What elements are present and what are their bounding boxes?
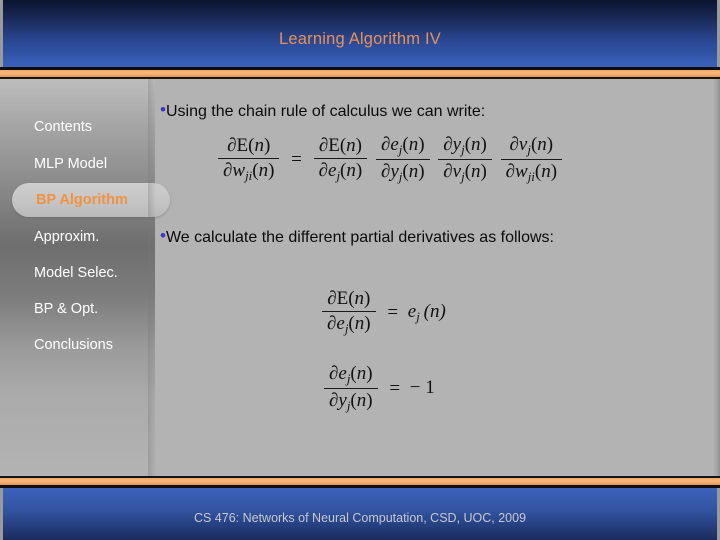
footer-accent-rule xyxy=(0,478,720,485)
fraction-dE-dw: ∂E(n) ∂wji(n) xyxy=(218,135,280,184)
fraction-numerator: ∂vj(n) xyxy=(500,134,563,161)
sidebar-item-label: Conclusions xyxy=(34,337,113,353)
bullet-chain-rule: •Using the chain rule of calculus we can… xyxy=(160,99,705,122)
equals-sign: = xyxy=(389,377,401,399)
fraction-dv-dw: ∂vj(n) ∂wji(n) xyxy=(500,134,563,185)
presentation-slide: Learning Algorithm IV Contents MLP Model… xyxy=(0,0,720,540)
equals-sign: = xyxy=(291,148,302,170)
fraction-de-dy: ∂ej(n) ∂yj(n) xyxy=(324,363,378,414)
fraction-denominator: ∂wji(n) xyxy=(223,160,275,184)
bullet-text: Using the chain rule of calculus we can … xyxy=(165,103,486,120)
equation-de-dy: ∂ej(n) ∂yj(n) = − 1 xyxy=(322,363,435,414)
equation-chain-rule: ∂E(n) ∂wji(n) = ∂E(n) ∂ej(n) ∂ej(n) ∂yj(… xyxy=(216,134,564,185)
body-right-shadow xyxy=(713,79,720,476)
fraction-numerator: ∂ej(n) xyxy=(324,363,378,390)
equation-rhs: − 1 xyxy=(409,376,435,398)
sidebar-item-bp-algorithm[interactable]: BP Algorithm xyxy=(36,192,128,208)
fraction-numerator: ∂E(n) xyxy=(313,135,368,160)
sidebar-item-label: Approxim. xyxy=(34,229,100,245)
sidebar-edge-shadow xyxy=(148,79,156,476)
fraction-numerator: ∂ej(n) xyxy=(375,134,430,161)
fraction-denominator: ∂wji(n) xyxy=(505,161,558,185)
equation-rhs: ej (n) xyxy=(407,300,446,325)
fraction-numerator: ∂E(n) xyxy=(218,135,280,160)
fraction-numerator: ∂E(n) xyxy=(322,288,376,312)
equals-sign: = xyxy=(387,301,399,323)
sidebar-item-label: Contents xyxy=(34,119,93,135)
sidebar-item-label: BP Algorithm xyxy=(36,192,128,208)
fraction-denominator: ∂ej(n) xyxy=(318,160,363,184)
equation-dE-de: ∂E(n) ∂ej(n) = ej (n) xyxy=(320,288,446,337)
sidebar-item-label: MLP Model xyxy=(34,156,108,172)
slide-footer: CS 476: Networks of Neural Computation, … xyxy=(0,488,720,540)
sidebar-navigation: Contents MLP Model BP Algorithm Approxim… xyxy=(0,79,170,476)
fraction-denominator: ∂yj(n) xyxy=(329,390,373,414)
fraction-dE-de: ∂E(n) ∂ej(n) xyxy=(322,288,376,337)
sidebar-item-contents[interactable]: Contents xyxy=(34,119,92,135)
slide-header: Learning Algorithm IV xyxy=(0,0,720,67)
fraction-dy-dv: ∂yj(n) ∂vj(n) xyxy=(438,134,492,185)
fraction-numerator: ∂yj(n) xyxy=(438,134,492,161)
header-accent-rule xyxy=(0,70,720,77)
sidebar-item-model-selec[interactable]: Model Selec. xyxy=(34,265,118,281)
fraction-denominator: ∂ej(n) xyxy=(327,313,371,337)
sidebar-item-conclusions[interactable]: Conclusions xyxy=(34,337,113,353)
fraction-denominator: ∂vj(n) xyxy=(443,161,487,185)
sidebar-item-mlp-model[interactable]: MLP Model xyxy=(34,156,107,172)
footer-text: CS 476: Networks of Neural Computation, … xyxy=(193,511,527,525)
page-title: Learning Algorithm IV xyxy=(279,30,441,48)
bullet-text: We calculate the different partial deriv… xyxy=(165,229,554,246)
fraction-denominator: ∂yj(n) xyxy=(380,161,425,185)
fraction-dE-de: ∂E(n) ∂ej(n) xyxy=(313,135,368,184)
sidebar-item-approxim[interactable]: Approxim. xyxy=(34,229,99,245)
sidebar-item-label: BP & Opt. xyxy=(34,301,99,317)
sidebar-item-bp-and-opt[interactable]: BP & Opt. xyxy=(34,301,98,317)
fraction-de-dy: ∂ej(n) ∂yj(n) xyxy=(375,134,430,185)
sidebar-item-label: Model Selec. xyxy=(34,265,118,281)
bullet-partial-derivatives: •We calculate the different partial deri… xyxy=(160,225,660,248)
